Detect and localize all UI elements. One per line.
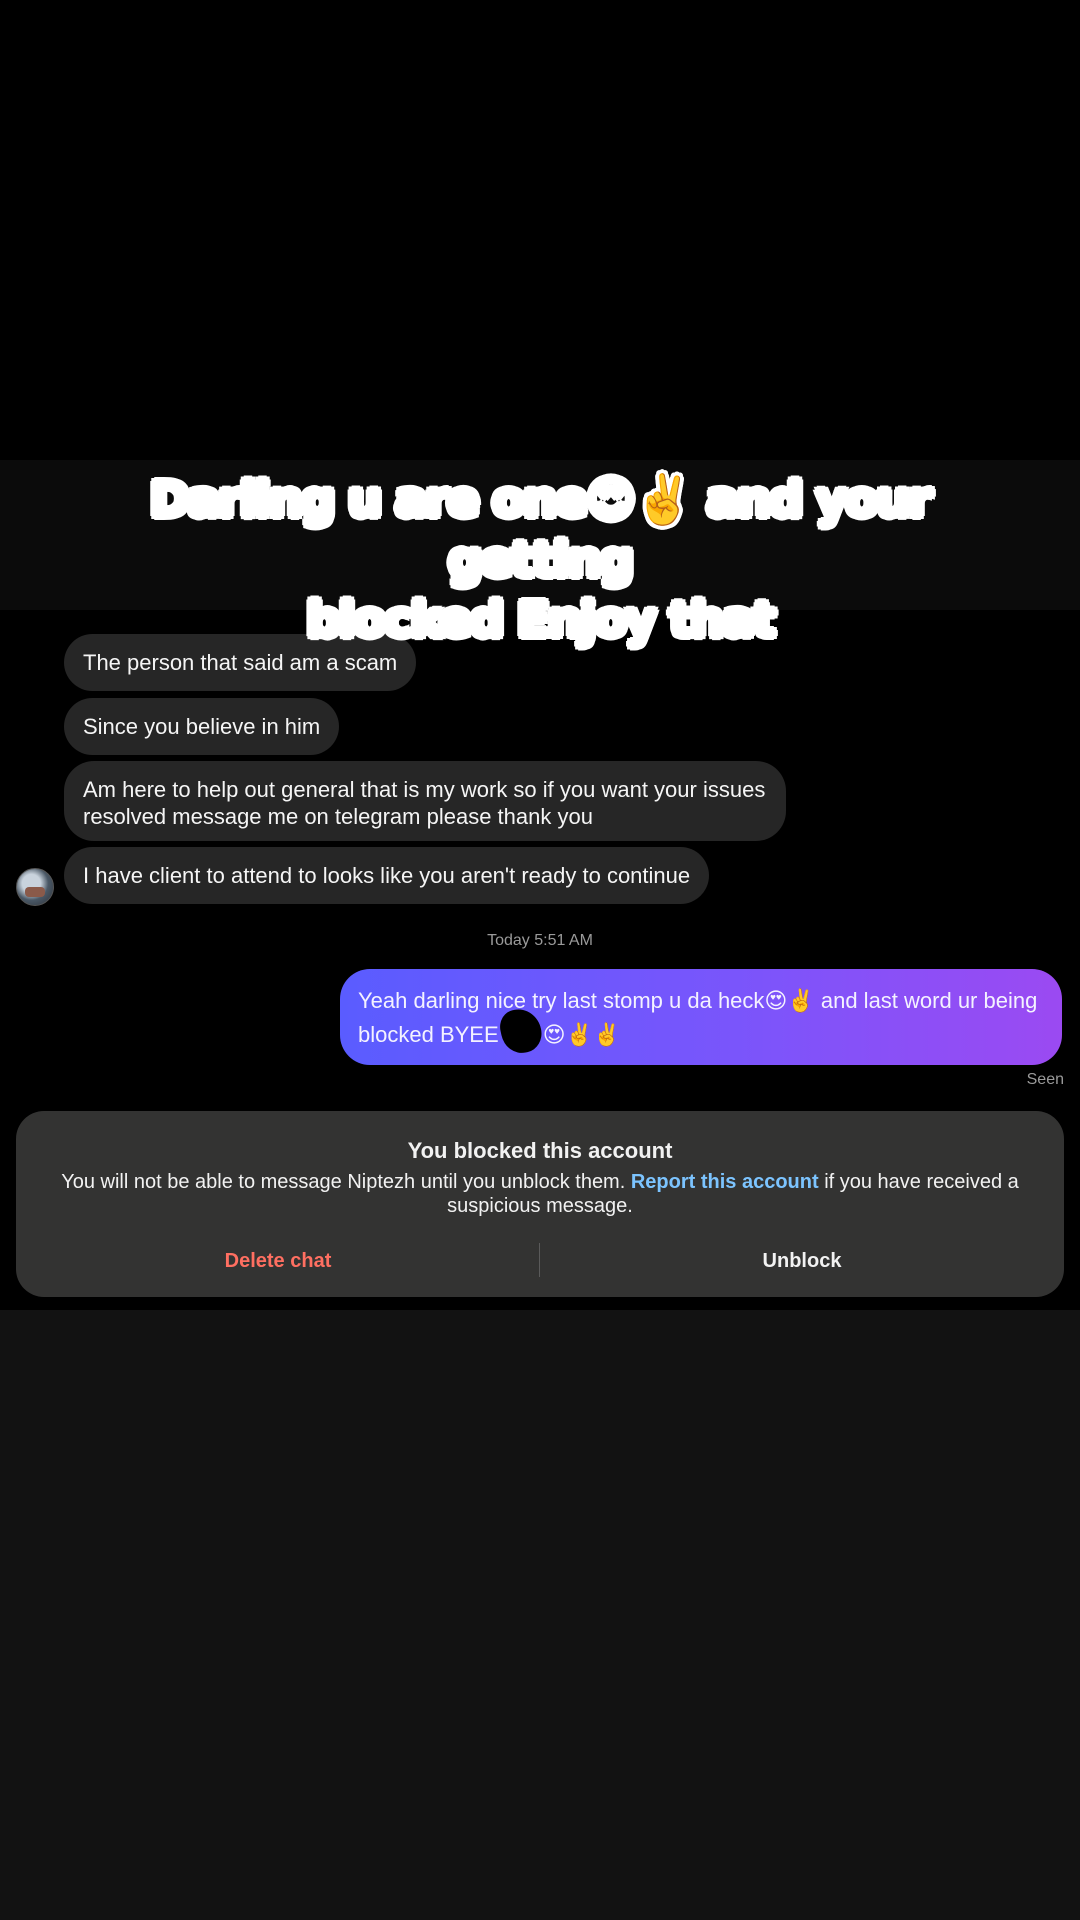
contact-avatar[interactable] [16,868,54,906]
card-actions: Delete chat Unblock [16,1243,1064,1279]
message-timestamp: Today 5:51 AM [487,932,593,949]
bottom-area [0,1310,1080,1920]
seen-receipt: Seen [1026,1071,1064,1088]
incoming-message-bubble[interactable]: Since you believe in him [64,698,340,755]
outgoing-message-text: Yeah darling nice try last stomp u da he… [358,988,1038,1047]
incoming-message-bubble[interactable]: I have client to attend to looks like yo… [64,847,710,904]
delete-chat-button[interactable]: Delete chat [16,1243,540,1279]
outgoing-message-bubble[interactable]: Yeah darling nice try last stomp u da he… [340,969,1062,1065]
outgoing-message-emojis: 😍✌️✌️ [542,1022,621,1047]
scribble-redaction [496,1005,545,1057]
unblock-button[interactable]: Unblock [540,1243,1064,1279]
blocked-desc-text: You will not be able to message Niptezh … [61,1171,631,1193]
report-account-link[interactable]: Report this account [631,1171,819,1193]
caption-line-2: blocked Enjoy that [305,591,777,650]
blocked-description: You will not be able to message Niptezh … [40,1170,1040,1218]
video-overlay-caption: Darling u are one😍✌️ and your getting bl… [60,470,1020,650]
incoming-message-bubble[interactable]: Am here to help out general that is my w… [64,761,786,841]
chat-screen: Darling u are one😍✌️ and your getting bl… [0,0,1080,1920]
blocked-account-card: You blocked this account You will not be… [16,1111,1064,1297]
blocked-title: You blocked this account [407,1138,673,1163]
caption-line-1: Darling u are one😍✌️ and your getting [148,471,933,590]
top-letterbox [0,0,1080,460]
